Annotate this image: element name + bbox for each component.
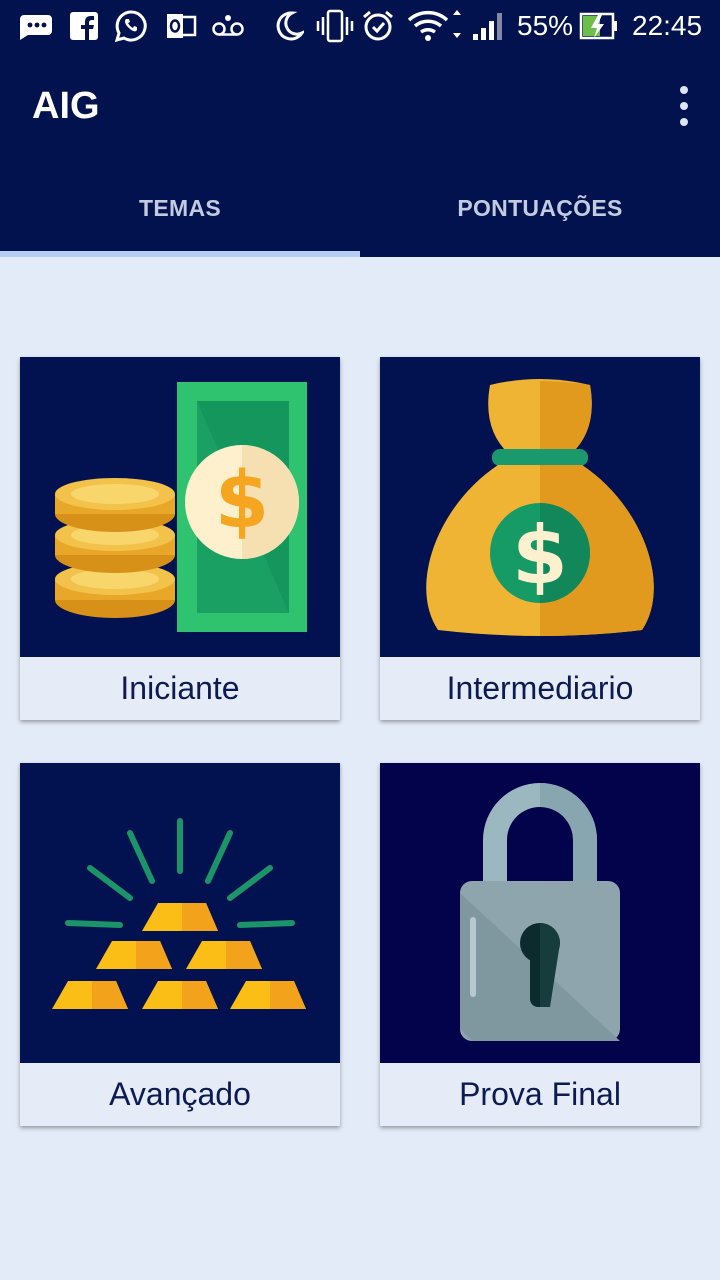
signal-icon (471, 8, 507, 44)
overflow-menu-icon[interactable] (674, 86, 694, 126)
battery-charging-icon (579, 8, 619, 44)
theme-card-prova-final[interactable]: Prova Final (380, 763, 700, 1126)
status-bar: 55% 22:45 (0, 0, 720, 52)
padlock-icon (380, 763, 700, 1063)
tab-pontuacoes-label: PONTUAÇÕES (457, 195, 623, 221)
tab-selected-indicator (0, 251, 360, 257)
money-bag-icon: $ (380, 357, 700, 657)
theme-card-avancado[interactable]: Avançado (20, 763, 340, 1126)
tab-temas-label: TEMAS (139, 195, 221, 221)
voicemail-icon (211, 8, 245, 44)
battery-percent: 55% (517, 10, 574, 41)
alarm-icon (361, 8, 395, 44)
wifi-icon (407, 8, 463, 44)
cash-and-coins-icon: $ (20, 357, 340, 657)
vibrate-icon (316, 8, 354, 44)
theme-label: Prova Final (459, 1076, 621, 1112)
theme-card-intermediario[interactable]: $ Intermediario (380, 357, 700, 720)
tab-pontuacoes[interactable]: PONTUAÇÕES (360, 160, 720, 257)
svg-text:$: $ (512, 509, 568, 602)
tab-bar: TEMAS PONTUAÇÕES (0, 160, 720, 257)
facebook-icon (70, 8, 98, 44)
app-bar: AIG (0, 52, 720, 160)
app-title: AIG (32, 85, 100, 127)
whatsapp-icon (114, 8, 148, 44)
theme-label: Avançado (109, 1076, 251, 1112)
gold-bars-icon (20, 763, 340, 1063)
outlook-icon (165, 8, 197, 44)
svg-text:$: $ (215, 456, 269, 546)
theme-card-iniciante[interactable]: $ Iniciante (20, 357, 340, 720)
theme-label: Intermediario (446, 670, 634, 706)
tab-temas[interactable]: TEMAS (0, 160, 360, 257)
message-icon (18, 8, 54, 44)
theme-label: Iniciante (120, 670, 240, 706)
clock: 22:45 (632, 10, 703, 41)
moon-icon (272, 8, 304, 44)
